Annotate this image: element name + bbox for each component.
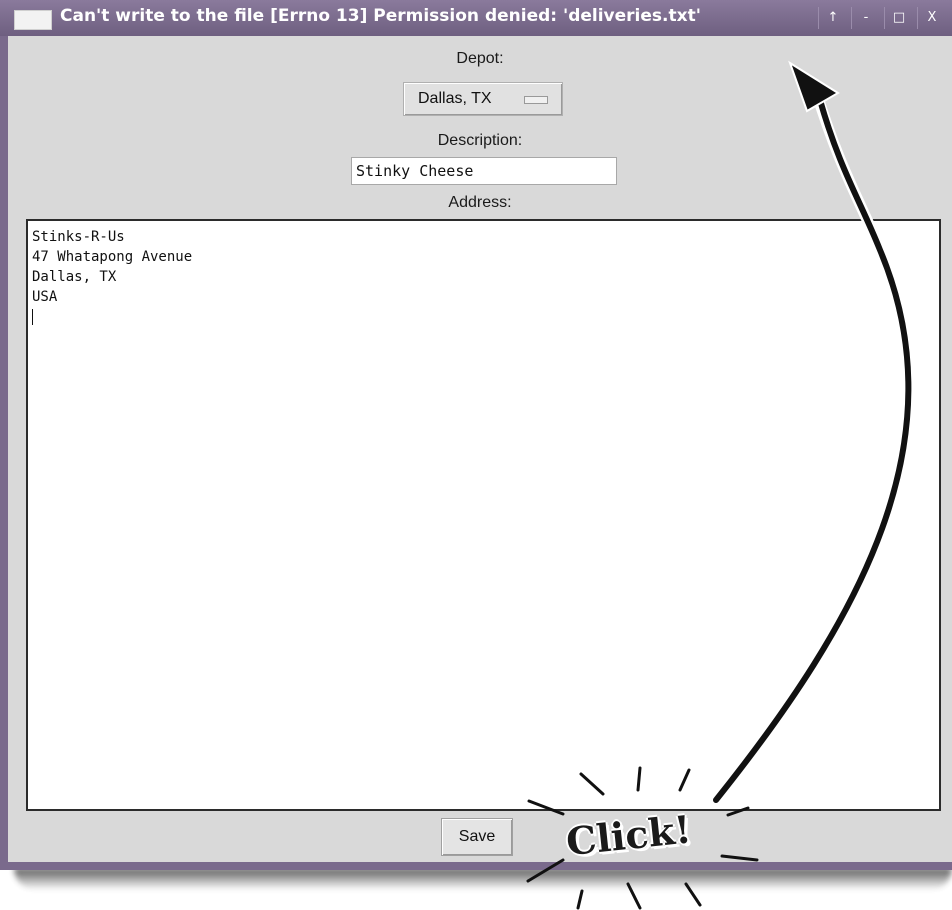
depot-label: Depot: — [456, 50, 504, 67]
app-window: Can't write to the file [Errno 13] Permi… — [0, 0, 952, 870]
address-label: Address: — [448, 194, 512, 211]
close-button[interactable]: X — [917, 7, 946, 29]
window-drop-shadow — [14, 868, 952, 890]
window-title: Can't write to the file [Errno 13] Permi… — [60, 6, 701, 26]
address-line: USA — [32, 289, 58, 305]
address-line: Stinks-R-Us — [32, 229, 125, 245]
depot-option-menu[interactable]: Dallas, TX — [403, 82, 563, 116]
description-input[interactable] — [351, 157, 617, 185]
maximize-button[interactable]: □ — [884, 7, 913, 29]
form-area: Depot: Dallas, TX Description: Address: … — [8, 36, 952, 862]
window-menu-icon[interactable] — [14, 10, 52, 30]
save-button[interactable]: Save — [441, 818, 513, 856]
option-menu-indicator-icon — [524, 96, 548, 104]
text-cursor — [32, 309, 33, 325]
shade-button[interactable]: ↑ — [818, 7, 847, 29]
address-line: 47 Whatapong Avenue — [32, 249, 193, 265]
minimize-button[interactable]: - — [851, 7, 880, 29]
description-label: Description: — [437, 132, 523, 149]
depot-selected-value: Dallas, TX — [418, 90, 492, 107]
address-line: Dallas, TX — [32, 269, 117, 285]
title-bar[interactable]: Can't write to the file [Errno 13] Permi… — [0, 0, 952, 36]
address-textarea[interactable]: Stinks-R-Us 47 Whatapong Avenue Dallas, … — [26, 219, 941, 811]
